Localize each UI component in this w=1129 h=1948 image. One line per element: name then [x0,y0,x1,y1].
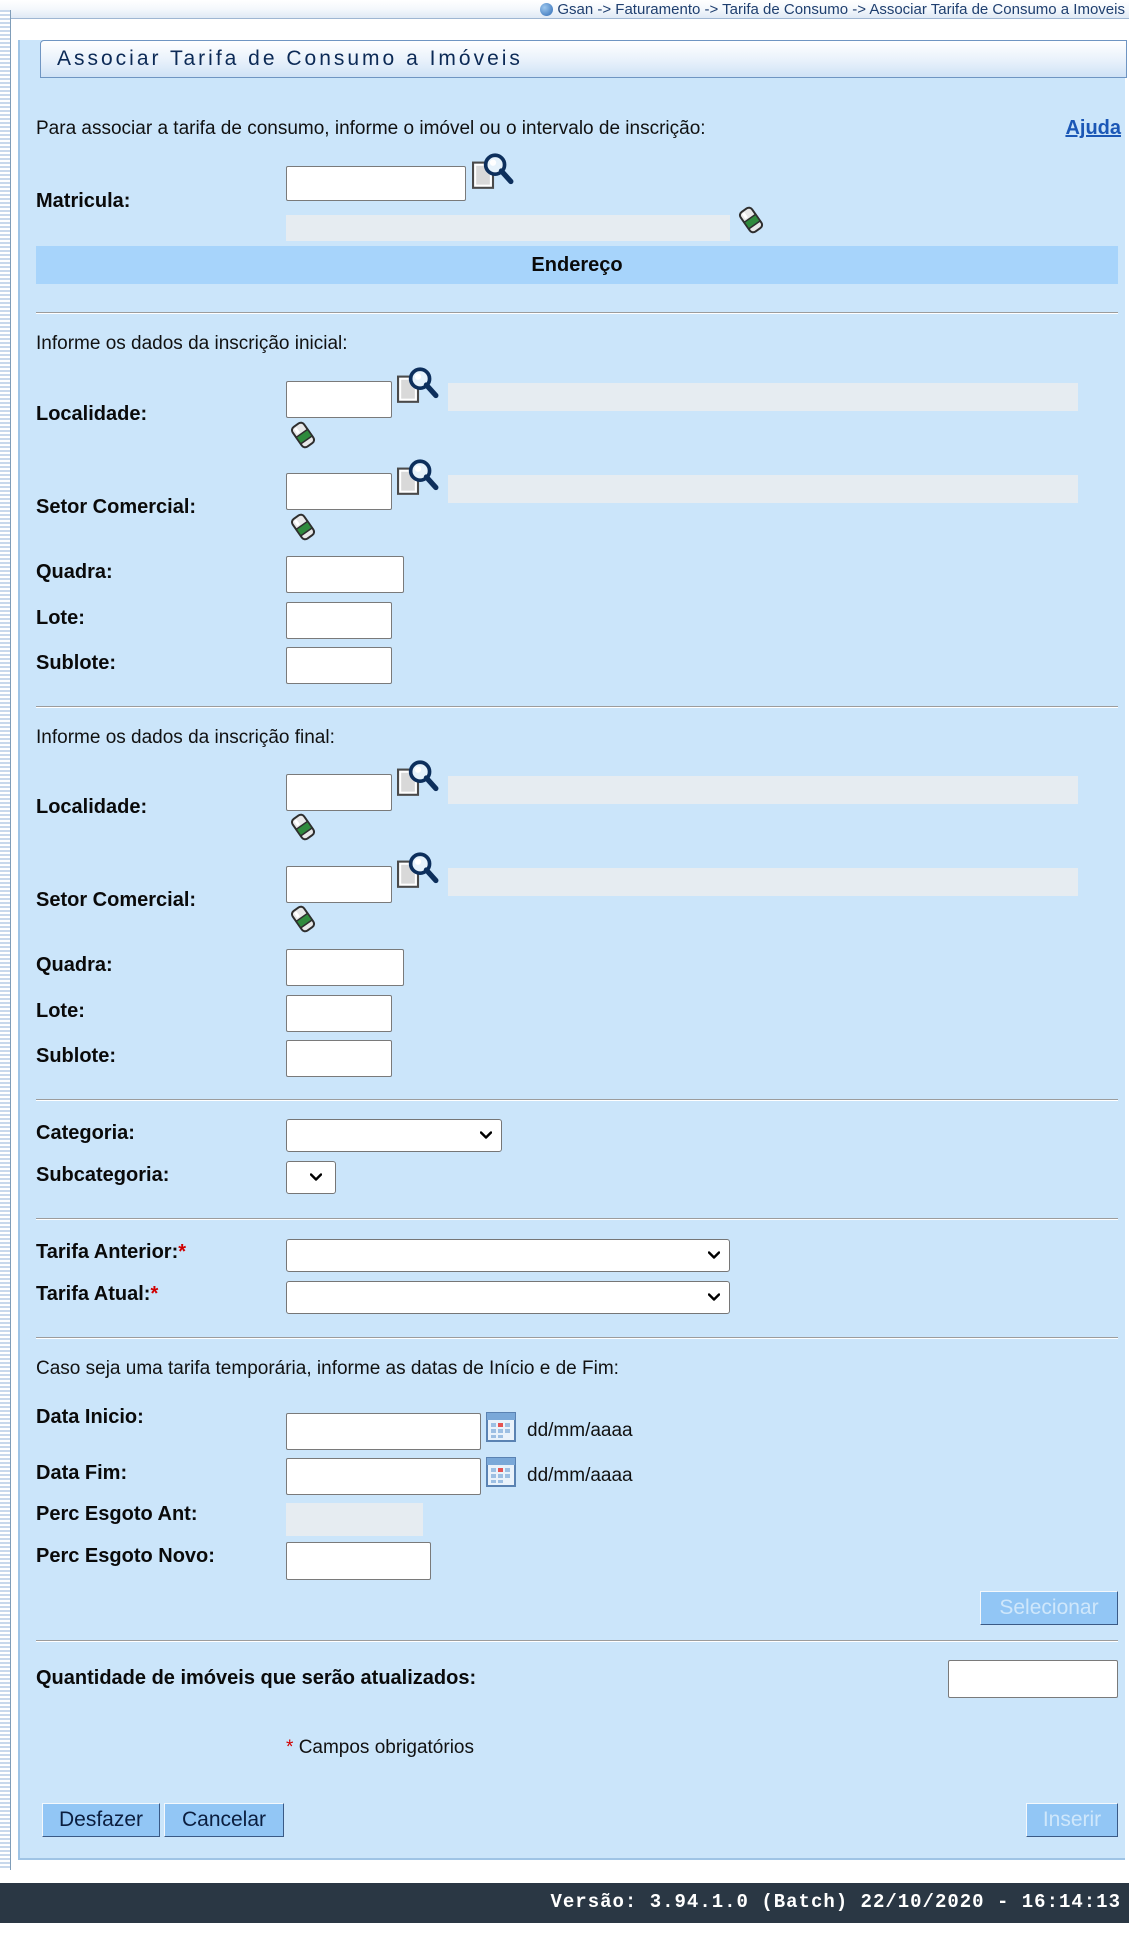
quadra-inicial-input[interactable] [286,556,404,593]
intro-text: Para associar a tarifa de consumo, infor… [36,118,706,139]
sublote-inicial-input[interactable] [286,647,392,684]
required-mark: * [178,1241,187,1263]
divider [36,312,1118,314]
setor-final-label: Setor Comercial: [36,889,197,911]
inscricao-final-heading: Informe os dados da inscrição final: [36,727,335,748]
calendar-icon[interactable] [486,1412,516,1442]
divider [36,1337,1118,1339]
inserir-button[interactable]: Inserir [1026,1803,1118,1837]
data-inicio-input[interactable] [286,1413,481,1450]
data-inicio-label: Data Inicio: [36,1406,144,1428]
matricula-description [286,215,730,241]
tarifa-atual-select[interactable] [286,1281,730,1314]
localidade-final-label: Localidade: [36,796,148,818]
search-icon[interactable] [397,458,439,496]
tarifa-atual-label-text: Tarifa Atual: [36,1283,151,1305]
setor-final-description [448,868,1078,896]
setor-final-input[interactable] [286,866,392,903]
eraser-icon[interactable] [288,812,318,842]
tarifa-anterior-select[interactable] [286,1239,730,1272]
top-bar: Gsan -> Faturamento -> Tarifa de Consumo… [0,0,1129,19]
data-fim-label: Data Fim: [36,1462,128,1484]
quadra-final-label: Quadra: [36,954,113,976]
page-title: Associar Tarifa de Consumo a Imóveis [57,47,523,70]
lote-final-input[interactable] [286,995,392,1032]
footer: Versão: 3.94.1.0 (Batch) 22/10/2020 - 16… [0,1883,1129,1923]
required-mark: * [150,1283,159,1305]
eraser-icon[interactable] [288,420,318,450]
divider [36,706,1118,708]
calendar-icon[interactable] [486,1457,516,1487]
subcategoria-select[interactable] [286,1161,336,1194]
quadra-final-input[interactable] [286,949,404,986]
perc-esgoto-novo-input[interactable] [286,1542,431,1580]
version-text: Versão: 3.94.1.0 (Batch) 22/10/2020 - 16… [550,1891,1121,1913]
matricula-label: Matricula: [36,190,131,212]
eraser-icon[interactable] [736,205,766,235]
localidade-final-input[interactable] [286,774,392,811]
tarifa-atual-label: Tarifa Atual:* [36,1283,158,1306]
setor-inicial-label: Setor Comercial: [36,496,197,518]
help-link[interactable]: Ajuda [1065,117,1121,140]
localidade-inicial-description [448,383,1078,411]
eraser-icon[interactable] [288,904,318,934]
eraser-icon[interactable] [288,512,318,542]
main-panel: Associar Tarifa de Consumo a Imóveis Par… [18,40,1127,1860]
desfazer-button[interactable]: Desfazer [42,1803,160,1837]
localidade-inicial-label: Localidade: [36,403,148,425]
quadra-inicial-label: Quadra: [36,561,113,583]
lote-final-label: Lote: [36,1000,85,1022]
breadcrumb-text: Gsan -> Faturamento -> Tarifa de Consumo… [557,1,1125,18]
left-frame-strip [0,10,11,1870]
temporaria-text: Caso seja uma tarifa temporária, informe… [36,1358,619,1379]
campos-obrigatorios: * Campos obrigatórios [286,1737,474,1759]
data-fim-format: dd/mm/aaaa [527,1465,633,1486]
campos-obrigatorios-text: Campos obrigatórios [298,1737,474,1758]
categoria-select[interactable] [286,1119,502,1152]
setor-inicial-description [448,475,1078,503]
tarifa-anterior-label-text: Tarifa Anterior: [36,1241,179,1263]
breadcrumb: Gsan -> Faturamento -> Tarifa de Consumo… [540,1,1125,18]
subcategoria-label: Subcategoria: [36,1164,170,1186]
perc-esgoto-ant-label: Perc Esgoto Ant: [36,1503,198,1525]
selecionar-button[interactable]: Selecionar [980,1591,1118,1625]
title-bar: Associar Tarifa de Consumo a Imóveis [40,40,1127,78]
sublote-final-label: Sublote: [36,1045,116,1067]
quantidade-label: Quantidade de imóveis que serão atualiza… [36,1667,477,1689]
localidade-inicial-input[interactable] [286,381,392,418]
search-icon[interactable] [397,366,439,404]
quantidade-input[interactable] [948,1660,1118,1698]
divider [36,1099,1118,1101]
data-inicio-format: dd/mm/aaaa [527,1420,633,1441]
sublote-final-input[interactable] [286,1040,392,1077]
divider [36,1640,1118,1642]
lote-inicial-label: Lote: [36,607,85,629]
search-icon[interactable] [472,152,514,190]
endereco-header: Endereço [36,246,1118,284]
data-fim-input[interactable] [286,1458,481,1495]
perc-esgoto-ant-field [286,1503,423,1536]
setor-inicial-input[interactable] [286,473,392,510]
divider [36,1218,1118,1220]
perc-esgoto-novo-label: Perc Esgoto Novo: [36,1545,215,1567]
search-icon[interactable] [397,851,439,889]
search-icon[interactable] [397,759,439,797]
localidade-final-description [448,776,1078,804]
chevron-down-icon [708,1249,720,1261]
inscricao-inicial-heading: Informe os dados da inscrição inicial: [36,333,348,354]
required-mark: * [286,1737,294,1758]
cancelar-button[interactable]: Cancelar [164,1803,284,1837]
chevron-down-icon [480,1129,492,1141]
tarifa-anterior-label: Tarifa Anterior:* [36,1241,186,1264]
sublote-inicial-label: Sublote: [36,652,116,674]
categoria-label: Categoria: [36,1122,135,1144]
matricula-input[interactable] [286,166,466,201]
chevron-down-icon [708,1291,720,1303]
chevron-down-icon [310,1171,322,1183]
help-icon[interactable] [540,3,554,16]
lote-inicial-input[interactable] [286,602,392,639]
